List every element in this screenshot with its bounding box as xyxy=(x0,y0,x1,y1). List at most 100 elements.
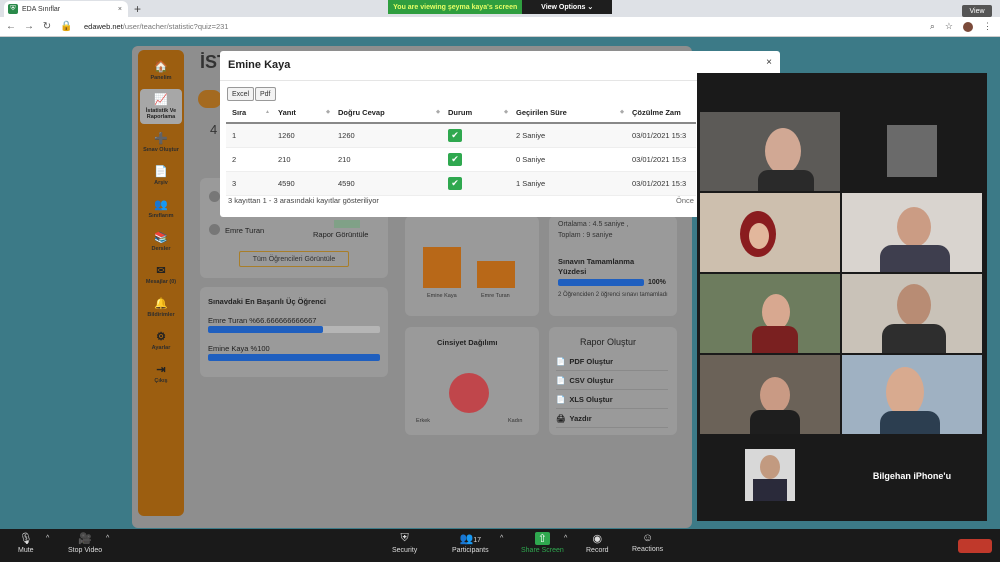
all-students-label: Tüm Öğrencileri Görüntüle xyxy=(252,255,336,263)
back-icon[interactable]: ← xyxy=(6,21,16,32)
video-tile[interactable] xyxy=(842,274,982,353)
video-tile[interactable] xyxy=(700,274,840,353)
participant-body xyxy=(880,245,950,272)
sidebar-item-9[interactable]: ⇥ Çıkış xyxy=(140,359,182,388)
report-csv[interactable]: 📄 CSV Oluştur xyxy=(556,371,668,390)
participant-face xyxy=(762,294,790,330)
column-header[interactable]: Durum ◆ xyxy=(442,103,510,124)
profile-avatar[interactable] xyxy=(963,21,973,32)
bar-emine-kaya xyxy=(423,247,461,288)
participants-label: Participants xyxy=(452,547,489,554)
column-header[interactable]: Doğru Cevap ◆ xyxy=(332,103,442,124)
participant-face xyxy=(765,128,801,174)
progress-track xyxy=(208,354,380,361)
view-button[interactable]: View xyxy=(962,5,992,17)
pdf-button[interactable]: Pdf xyxy=(255,87,276,101)
sidebar-item-label: Panelim xyxy=(150,75,172,81)
video-tile[interactable] xyxy=(700,355,840,434)
lock-icon[interactable]: 🔒 xyxy=(60,21,72,32)
stop-video-button[interactable]: 🎥 Stop Video xyxy=(68,532,102,554)
share-screen-button[interactable]: ⇧ Share Screen xyxy=(521,532,564,554)
report-view-link[interactable]: Rapor Görüntüle xyxy=(313,230,368,239)
report-list: 📄 PDF Oluştur 📄 CSV Oluştur 📄 XLS Oluştur 🖨… xyxy=(556,352,668,428)
chevron-up-icon: ^ xyxy=(564,535,568,542)
end-meeting-button[interactable] xyxy=(958,539,992,553)
chevron-up-icon: ^ xyxy=(106,535,110,542)
video-options-caret[interactable]: ^ xyxy=(106,535,109,542)
count-label: 4 xyxy=(210,122,218,137)
sidebar-icon: ⇥ xyxy=(156,364,166,376)
chevron-up-icon: ^ xyxy=(46,535,50,542)
video-tile[interactable] xyxy=(842,112,982,191)
table-row[interactable]: 3 4590 4590 ✔ 1 Saniye 03/01/2021 15:3 xyxy=(226,171,696,196)
record-label: Record xyxy=(586,547,609,554)
share-screen-label: Share Screen xyxy=(521,547,564,554)
column-header-label: Yanıt xyxy=(278,108,296,117)
sidebar-item-6[interactable]: ✉ Mesajlar (0) xyxy=(140,260,182,289)
tab-close-icon[interactable]: × xyxy=(118,6,122,13)
video-tile[interactable] xyxy=(700,112,840,191)
gender-title: Cinsiyet Dağılımı xyxy=(437,338,498,347)
table-cell: 210 xyxy=(272,147,332,172)
column-header[interactable]: Sıra ▲ xyxy=(226,103,272,124)
column-header[interactable]: Yanıt ◆ xyxy=(272,103,332,124)
participants-caret[interactable]: ^ xyxy=(500,535,503,542)
excel-button[interactable]: Excel xyxy=(227,87,255,101)
student-name: Emre Turan xyxy=(225,226,265,235)
share-banner-text: You are viewing şeyma kaya's screen xyxy=(388,0,523,14)
table-row[interactable]: 1 1260 1260 ✔ 2 Saniye 03/01/2021 15:3 xyxy=(226,123,696,148)
video-tile[interactable] xyxy=(842,193,982,272)
sidebar-item-8[interactable]: ⚙ Ayarlar xyxy=(140,326,182,355)
video-tile[interactable] xyxy=(842,355,982,434)
column-header-label: Doğru Cevap xyxy=(338,108,385,117)
forward-icon[interactable]: → xyxy=(24,21,34,32)
menu-icon[interactable]: ⋮ xyxy=(983,21,992,32)
security-button[interactable]: ⛨ Security xyxy=(392,532,417,554)
participant-count: 17 xyxy=(473,537,482,544)
sidebar-item-0[interactable]: 🏠 Panelim xyxy=(140,56,182,85)
column-header[interactable]: Çözülme Zam xyxy=(626,103,696,124)
participant-body xyxy=(750,410,800,434)
new-tab-icon[interactable]: + xyxy=(134,2,141,16)
mute-button[interactable]: 🎙 Mute xyxy=(18,532,34,554)
student-detail-modal: Emine Kaya × Excel Pdf Sıra ▲ Yanıt ◆ Doğru … xyxy=(220,51,780,217)
participant-face xyxy=(760,377,790,413)
table-cell: ✔ xyxy=(442,123,510,148)
url-field[interactable]: edaweb.net/user/teacher/statistic?quiz=2… xyxy=(84,22,228,31)
all-students-button[interactable]: Tüm Öğrencileri Görüntüle xyxy=(239,251,349,267)
share-options-caret[interactable]: ^ xyxy=(564,535,567,542)
reload-icon[interactable]: ↻ xyxy=(42,21,52,32)
participant-face xyxy=(760,455,780,479)
audio-options-caret[interactable]: ^ xyxy=(46,535,49,542)
zoom-icon[interactable]: ⌕ xyxy=(930,21,935,32)
sidebar-item-5[interactable]: 📚 Dersler xyxy=(140,227,182,256)
sidebar-item-3[interactable]: 📄 Arşiv xyxy=(140,161,182,190)
video-tile-name-only[interactable]: Bilgehan iPhone'u xyxy=(842,436,982,515)
sidebar-item-4[interactable]: 👥 Sınıflarım xyxy=(140,194,182,223)
column-header-label: Durum xyxy=(448,108,473,117)
close-icon[interactable]: × xyxy=(766,57,772,68)
previous-page-button[interactable]: Önce xyxy=(676,196,694,205)
view-options-button[interactable]: View Options ⌄ xyxy=(522,0,612,14)
video-tile[interactable] xyxy=(700,436,840,515)
report-print[interactable]: 🖨 Yazdır xyxy=(556,409,668,428)
filter-pill[interactable] xyxy=(198,90,222,108)
sidebar-item-7[interactable]: 🔔 Bildirimler xyxy=(140,293,182,322)
record-button[interactable]: ◉ Record xyxy=(586,532,609,554)
participants-button[interactable]: 👥17 Participants xyxy=(452,532,489,554)
sidebar-icon: 📈 xyxy=(154,94,168,106)
sidebar-item-2[interactable]: ➕ Sınav Oluştur xyxy=(140,128,182,157)
table-cell: 0 Saniye xyxy=(510,147,626,172)
column-header[interactable]: Geçirilen Süre ◆ xyxy=(510,103,626,124)
reactions-button[interactable]: ☺ Reactions xyxy=(632,532,663,553)
table-cell: 03/01/2021 15:3 xyxy=(626,147,696,172)
report-item-label: CSV Oluştur xyxy=(569,375,614,385)
star-icon[interactable]: ☆ xyxy=(945,21,953,32)
table-row[interactable]: 2 210 210 ✔ 0 Saniye 03/01/2021 15:3 xyxy=(226,147,696,172)
top-students-title: Sınavdaki En Başarılı Üç Öğrenci xyxy=(208,297,326,306)
video-tile[interactable] xyxy=(700,193,840,272)
report-pdf[interactable]: 📄 PDF Oluştur xyxy=(556,352,668,371)
report-xls[interactable]: 📄 XLS Oluştur xyxy=(556,390,668,409)
browser-tab[interactable]: ⛨ EDA Sınıflar × xyxy=(4,1,128,17)
sidebar-item-1[interactable]: 📈 İstatistik Ve Raporlama xyxy=(140,89,182,124)
